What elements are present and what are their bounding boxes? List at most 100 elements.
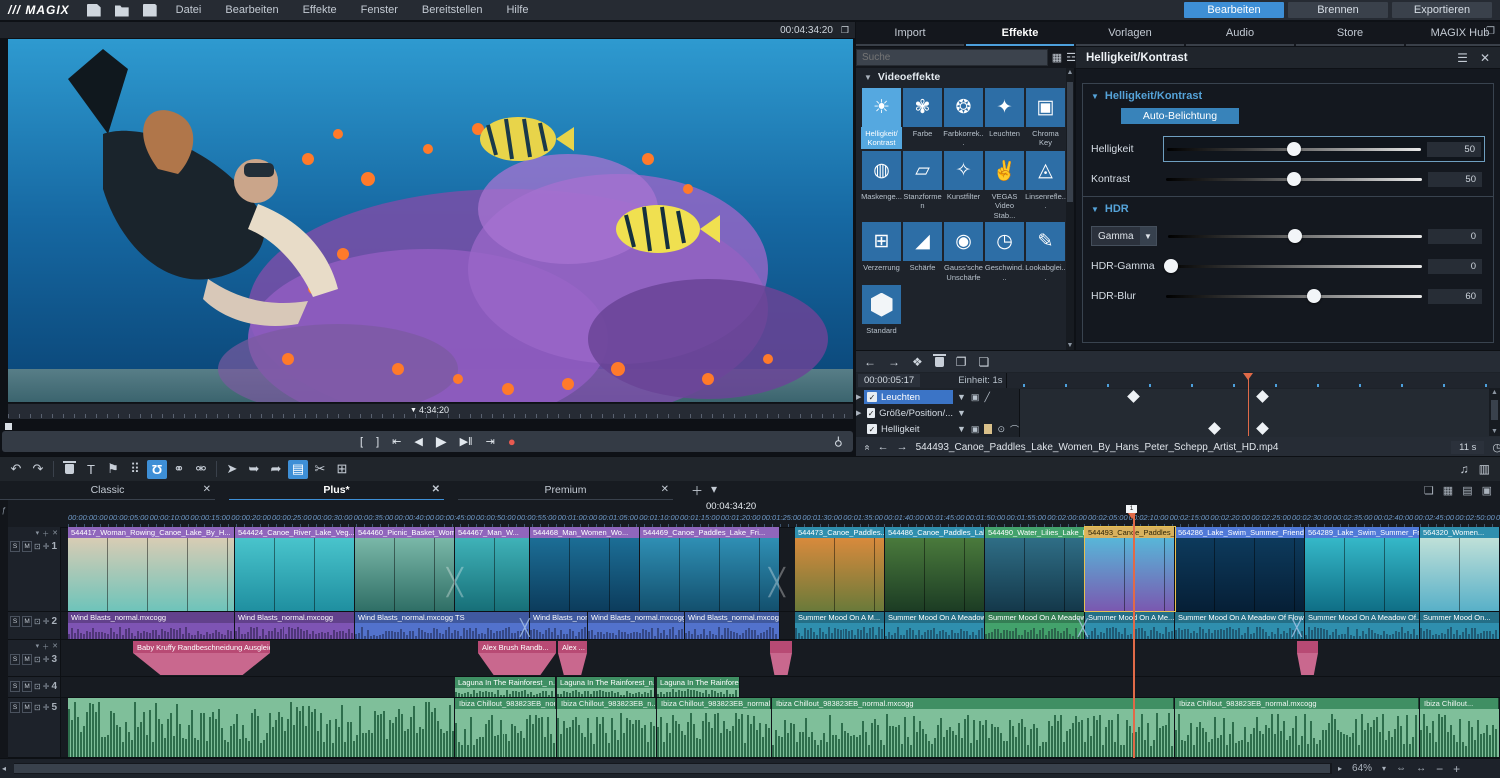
view-monitor-icon[interactable]: ❏ [1424,484,1434,497]
video-clip[interactable]: 564289_Lake_Swim_Summer_Fr... [1305,527,1420,611]
transport-range-out[interactable]: ] [376,436,379,448]
audio-clip-ibiza[interactable]: Ibiza Chillout_983823EB_nor... [455,698,557,757]
dropdown-arrow-icon[interactable]: ▼ [957,424,966,434]
solo-button[interactable]: S [10,681,20,692]
transport-prev-frame[interactable]: ◀ [414,435,422,448]
clock-icon[interactable]: ◷ [1492,441,1500,454]
title-object[interactable]: Alex Brush Randb... [478,641,556,675]
audio-clip[interactable]: Wind Blasts_normal.mxcogg [235,612,355,639]
slider-value[interactable]: 60 [1428,289,1482,304]
slider-value[interactable]: 50 [1428,172,1482,187]
mute-button[interactable]: M [22,654,32,665]
effect-tile-video-stabilization[interactable]: ✌VEGAS Video Stab... [985,151,1024,220]
mini-close-icon[interactable]: ✕ [52,529,58,539]
slider-track[interactable] [1166,287,1422,305]
mini-close-icon[interactable]: ✕ [52,642,58,652]
audio-clip-ibiza[interactable]: Ibiza Chillout_983823EB_normal.mxcogg [1175,698,1420,757]
video-clip[interactable]: 544473_Canoe_Paddles... [795,527,885,611]
collapse-arrow-icon[interactable]: ▼ [1091,205,1099,214]
redo-icon[interactable]: ↷ [28,460,48,479]
mouse-mode-stretch-icon[interactable]: ➦ [266,460,286,479]
kf-scroll-up-icon[interactable]: ▲ [1489,389,1500,396]
transport-jump-end[interactable]: ⇥ [486,435,495,448]
menu-item-bereitstellen[interactable]: Bereitstellen [410,4,495,16]
tab-store[interactable]: Store [1296,27,1404,46]
link-objects-icon[interactable]: ⚭ [169,460,189,479]
fx-section-title[interactable]: ▼HDR [1091,203,1485,215]
menu-item-hilfe[interactable]: Hilfe [494,4,540,16]
auto-exposure-button[interactable]: Auto-Belichtung [1121,108,1239,124]
open-project-icon[interactable] [115,4,129,17]
audio-clip[interactable]: Wind Blasts_normal.mxcogg [588,612,685,639]
mini-add-icon[interactable]: ＋ [42,642,49,652]
kf-row-label[interactable]: ✓Helligkeit [864,422,953,436]
mini-add-icon[interactable]: ＋ [42,529,49,539]
audio-clip[interactable]: Summer Mood On A Meadow... [885,612,985,639]
transition-icon[interactable]: ✛ [43,617,50,626]
marker-flag-icon[interactable]: ⚑ [103,460,123,479]
editor-close-icon[interactable]: ✕ [1480,51,1490,65]
audio-clip-ibiza[interactable] [68,698,455,757]
mode-brennen[interactable]: Brennen [1288,2,1388,18]
transport-record[interactable]: ● [508,434,516,449]
curve-line-icon[interactable]: ╱ [984,392,989,403]
effect-tile-brightness-contrast[interactable]: ☀Helligkeit/ Kontrast [862,88,901,149]
tab-list-icon[interactable]: ▾ [711,482,717,499]
keyframe-diamond[interactable] [1256,422,1269,435]
audio-clip[interactable]: Wind Blasts_normal.mxcogg TS [355,612,530,639]
mode-exportieren[interactable]: Exportieren [1392,2,1492,18]
lock-icon[interactable]: ⊡ [34,542,41,551]
zoom-dropdown-icon[interactable]: ▾ [1382,764,1386,773]
audio-clip-ibiza[interactable]: Ibiza Chillout_983823EB_normal.mxcogg [772,698,1175,757]
video-preview[interactable] [8,39,853,402]
effect-tile-color-palette[interactable]: ✾Farbe [903,88,942,149]
expand-arrow-icon[interactable]: ▶ [856,409,864,417]
checkbox-icon[interactable]: ✓ [867,408,875,418]
audio-clip[interactable]: Summer Mood On A M... [795,612,885,639]
trash-icon[interactable] [935,357,944,367]
lock-icon[interactable]: ⊡ [34,682,41,691]
tab-effekte[interactable]: Effekte [966,27,1074,46]
slider-thumb[interactable] [1287,142,1301,156]
next-object-icon[interactable]: → [897,441,908,453]
delete-object-icon[interactable] [59,460,79,479]
playhead-triangle[interactable] [1128,513,1136,523]
transport-play[interactable]: ▶ [436,433,447,450]
tab-audio[interactable]: Audio [1186,27,1294,46]
lock-icon[interactable]: ⊡ [34,617,41,626]
tab-vorlagen[interactable]: Vorlagen [1076,27,1184,46]
solo-button[interactable]: S [10,702,20,713]
video-clip[interactable]: 544486_Canoe_Paddles_Lak... [885,527,985,611]
slider-value[interactable]: 0 [1428,259,1482,274]
tab-import[interactable]: Import [856,27,964,46]
checkbox-icon[interactable]: ✓ [867,392,877,402]
keyframe-scrollbar[interactable]: ▲ ▼ [1489,388,1500,436]
menu-item-effekte[interactable]: Effekte [291,4,349,16]
preview-undock-icon[interactable]: ❐ [841,25,849,36]
keyframe-playhead-marker[interactable] [1243,373,1253,385]
video-clip[interactable]: 544424_Canoe_River_Lake_Veg... [235,527,355,611]
group-objects-icon[interactable]: ⠿ [125,460,145,479]
scroll-right-icon[interactable]: ▸ [1338,764,1342,773]
mouse-mode-single-icon[interactable]: ➥ [244,460,264,479]
mute-button[interactable]: M [22,702,32,713]
kf-scroll-down-icon[interactable]: ▼ [1489,428,1500,435]
mute-button[interactable]: M [22,541,32,552]
save-project-icon[interactable] [143,4,157,17]
audio-clip-laguna[interactable]: Laguna In The Rainfores... [657,677,740,697]
hscroll-thumb[interactable] [14,764,1330,773]
effect-tile-punch-shapes[interactable]: ▱Stanzformen [903,151,942,220]
video-clip[interactable]: 544469_Canoe_Paddles_Lake_Fri... [640,527,780,611]
video-clip[interactable]: 544490_Water_Lilies_Lake_Li... [985,527,1085,611]
keyframe-box-icon[interactable]: ▣ [971,392,980,403]
transition-icon[interactable]: ✛ [43,682,50,691]
track-header-1[interactable]: ▾＋✕SM⊡✛1 [8,527,60,612]
slider-thumb[interactable] [1307,289,1321,303]
transport-range-in[interactable]: [ [360,436,363,448]
stop-marker[interactable] [5,423,12,430]
kf-copy-icon[interactable]: ❐ [956,355,967,369]
effect-tile-color-correction[interactable]: ❂Farbkorrek... [944,88,983,149]
timeline-ruler[interactable]: 00:04:34:20 00:00:00:0000:00:05:0000:00:… [8,500,1500,528]
slider-track[interactable] [1168,227,1422,245]
collapse-icon[interactable]: « [861,444,872,450]
